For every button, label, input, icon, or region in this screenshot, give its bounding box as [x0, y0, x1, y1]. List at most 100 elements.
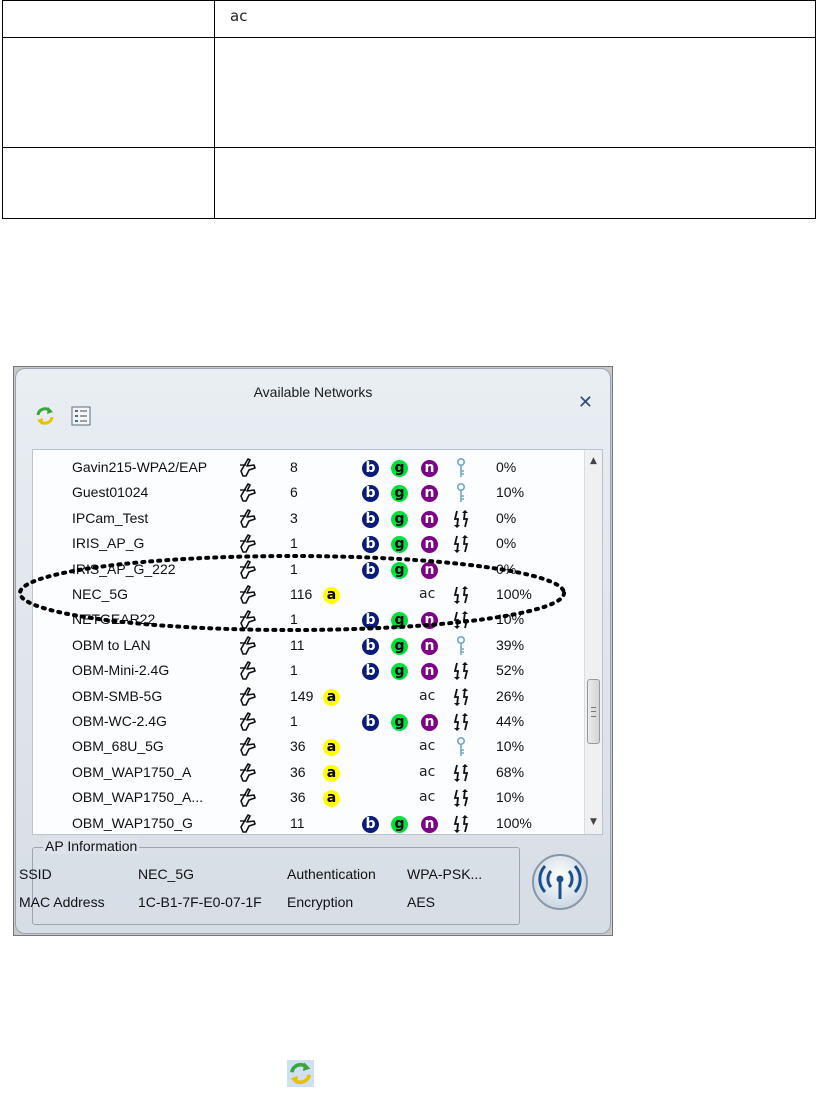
ap-information-group: AP Information SSID NEC_5G Authenticatio…	[19, 838, 520, 925]
refresh-icon	[287, 1060, 314, 1087]
list-item[interactable]: Gavin215-WPA2/EAP 8 b g n 0%	[33, 455, 585, 480]
mac-address-label: MAC Address	[19, 894, 105, 910]
signal-strength: 26%	[496, 687, 525, 704]
network-ssid: NEC_5G	[72, 586, 129, 602]
table-cell-label	[2, 0, 215, 38]
network-channel: 8	[290, 459, 298, 475]
mode-g-icon: g	[391, 485, 408, 503]
list-item[interactable]: OBM_WAP1750_A... 36 a ac 10%	[33, 785, 585, 810]
network-ssid: IRIS_AP_G_222	[72, 560, 176, 577]
network-channel: 11	[290, 636, 305, 653]
key-icon	[451, 635, 471, 657]
hand-icon	[237, 811, 259, 834]
hand-icon	[237, 684, 259, 709]
list-item[interactable]: OBM_WAP1750_A 36 a ac 68%	[33, 760, 585, 785]
dialog-title: Available Networks	[253, 384, 373, 400]
signal-strength: 100%	[496, 814, 532, 831]
encryption-value: AES	[407, 894, 436, 910]
network-ssid: IRIS_AP_G	[72, 535, 145, 552]
authentication-value: WPA-PSK...	[407, 866, 483, 882]
network-channel: 36	[290, 763, 306, 780]
available-networks-dialog: Available Networks ✕ Gavin215-WPA2/EAP 8 b…	[13, 366, 613, 936]
mode-n-icon: n	[421, 663, 438, 681]
network-list[interactable]: Gavin215-WPA2/EAP 8 b g n 0% Guest01024 6 b g n 10%…	[32, 449, 603, 835]
hand-icon	[237, 734, 259, 759]
mode-b-icon: b	[362, 510, 379, 528]
open-network-icon	[451, 660, 471, 682]
open-network-icon	[451, 508, 471, 530]
ssid-value: NEC_5G	[138, 866, 195, 882]
mode-n-icon: n	[421, 485, 438, 503]
mode-g-icon: g	[391, 612, 408, 630]
mode-g-icon: g	[391, 815, 408, 833]
network-ssid: Guest01024	[72, 484, 149, 501]
list-item[interactable]: IPCam_Test 3 b g n 0%	[33, 506, 585, 531]
network-ssid: Gavin215-WPA2/EAP	[72, 459, 208, 475]
signal-strength: 100%	[496, 586, 532, 602]
mode-a-icon: a	[323, 587, 340, 604]
open-network-icon	[451, 787, 471, 809]
hand-icon	[237, 455, 259, 480]
ac-text: ac	[230, 7, 248, 25]
list-item[interactable]: OBM-SMB-5G 149 a ac 26%	[33, 684, 585, 709]
list-item[interactable]: OBM-WC-2.4G 1 b g n 44%	[33, 709, 585, 734]
network-ssid: OBM_WAP1750_A	[72, 763, 192, 780]
list-item[interactable]: NETGEAR22 1 b g n 10%	[33, 607, 585, 632]
open-network-icon	[451, 711, 471, 733]
signal-strength: 0%	[496, 509, 517, 526]
connect-wireless-icon[interactable]	[531, 853, 589, 911]
mode-n-icon: n	[421, 612, 438, 630]
hand-icon	[237, 582, 259, 607]
dialog-frame: Available Networks ✕ Gavin215-WPA2/EAP 8 b…	[15, 368, 611, 934]
hand-icon	[237, 607, 259, 632]
network-channel: 6	[290, 484, 298, 501]
list-item[interactable]: IRIS_AP_G_222 1 b g n 0%	[33, 557, 585, 582]
key-icon	[451, 482, 471, 504]
scroll-up-icon[interactable]: ▲	[585, 453, 602, 470]
close-button[interactable]: ✕	[578, 393, 593, 413]
mode-ac-label: ac	[419, 789, 436, 806]
network-channel: 1	[290, 560, 298, 577]
list-item[interactable]: NEC_5G 116 a ac 100%	[33, 582, 585, 607]
hand-icon	[237, 760, 259, 785]
signal-strength: 52%	[496, 662, 525, 679]
refresh-icon[interactable]	[34, 405, 56, 427]
signal-strength: 10%	[496, 484, 525, 501]
network-channel: 3	[290, 509, 298, 526]
mode-ac-label: ac	[419, 738, 436, 755]
signal-strength: 0%	[496, 459, 517, 475]
list-item[interactable]: Guest01024 6 b g n 10%	[33, 480, 585, 505]
open-network-icon	[451, 533, 471, 555]
list-view-icon[interactable]	[70, 405, 92, 427]
hand-icon	[237, 709, 259, 734]
list-item[interactable]: OBM to LAN 11 b g n 39%	[33, 633, 585, 658]
hand-icon	[237, 785, 259, 810]
network-channel: 1	[290, 662, 298, 679]
open-network-icon	[451, 813, 471, 834]
mode-a-icon: a	[323, 739, 340, 757]
mode-n-icon: n	[421, 561, 438, 579]
hand-icon	[237, 658, 259, 683]
network-channel: 1	[290, 611, 298, 628]
mode-b-icon: b	[362, 663, 379, 681]
open-network-icon	[451, 762, 471, 784]
encryption-label: Encryption	[287, 894, 354, 910]
hand-icon	[237, 506, 259, 531]
scrollbar[interactable]: ▲ ▼	[584, 450, 602, 834]
list-item[interactable]: OBM_68U_5G 36 a ac 10%	[33, 734, 585, 759]
list-item[interactable]: OBM-Mini-2.4G 1 b g n 52%	[33, 658, 585, 683]
signal-strength: 10%	[496, 611, 525, 628]
network-channel: 116	[290, 586, 313, 602]
table-row: ac	[2, 0, 816, 38]
list-item[interactable]: OBM_WAP1750_G 11 b g n 100%	[33, 811, 585, 834]
network-ssid: OBM_WAP1750_A...	[72, 789, 203, 806]
ap-information-legend: AP Information	[43, 838, 140, 854]
signal-strength: 44%	[496, 713, 525, 729]
open-network-icon	[451, 609, 471, 631]
scroll-down-icon[interactable]: ▼	[585, 814, 602, 831]
scroll-thumb[interactable]	[587, 679, 600, 744]
mode-b-icon: b	[362, 714, 379, 731]
open-network-icon	[451, 584, 471, 606]
table-cell-label	[2, 37, 215, 148]
list-item[interactable]: IRIS_AP_G 1 b g n 0%	[33, 531, 585, 556]
